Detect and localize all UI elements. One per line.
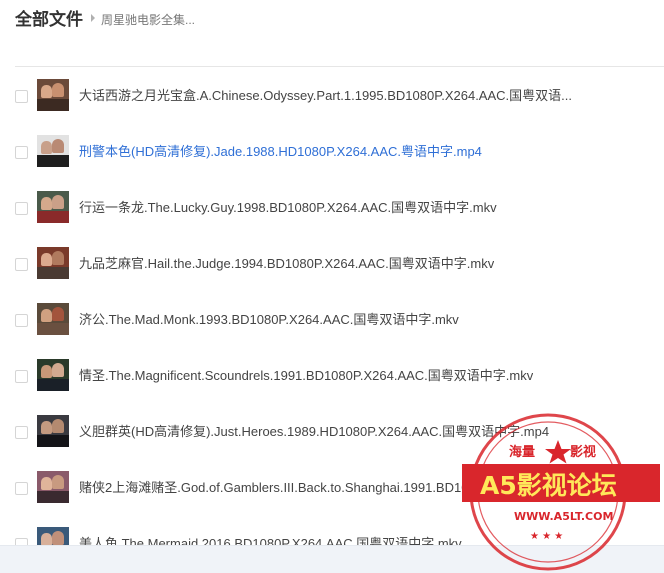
watermark-top-left: 海量 xyxy=(509,444,535,460)
file-name-link[interactable]: 情圣.The.Magnificent.Scoundrels.1991.BD108… xyxy=(79,367,533,384)
row-checkbox[interactable] xyxy=(15,90,28,103)
video-thumbnail[interactable] xyxy=(37,303,69,335)
file-name-link[interactable]: 刑警本色(HD高清修复).Jade.1988.HD1080P.X264.AAC.… xyxy=(79,143,482,160)
watermark-top-right: 影视 xyxy=(570,444,596,460)
video-thumbnail[interactable] xyxy=(37,359,69,391)
video-thumbnail[interactable] xyxy=(37,415,69,447)
video-thumbnail[interactable] xyxy=(37,79,69,111)
file-row[interactable]: 情圣.The.Magnificent.Scoundrels.1991.BD108… xyxy=(0,347,664,403)
video-thumbnail[interactable] xyxy=(37,471,69,503)
file-name-link[interactable]: 济公.The.Mad.Monk.1993.BD1080P.X264.AAC.国粤… xyxy=(79,311,459,328)
row-checkbox[interactable] xyxy=(15,370,28,383)
watermark-stamp: 海量 影视 A5影视论坛 WWW.A5LT.COM ★ ★ ★ xyxy=(462,413,660,571)
file-row[interactable]: 大话西游之月光宝盒.A.Chinese.Odyssey.Part.1.1995.… xyxy=(0,67,664,123)
file-row[interactable]: 刑警本色(HD高清修复).Jade.1988.HD1080P.X264.AAC.… xyxy=(0,123,664,179)
row-checkbox[interactable] xyxy=(15,482,28,495)
breadcrumb-folder[interactable]: 周星驰电影全集... xyxy=(101,12,195,28)
row-checkbox[interactable] xyxy=(15,426,28,439)
page-header: 全部文件 周星驰电影全集... xyxy=(0,0,664,40)
row-checkbox[interactable] xyxy=(15,146,28,159)
file-row[interactable]: 行运一条龙.The.Lucky.Guy.1998.BD1080P.X264.AA… xyxy=(0,179,664,235)
watermark-url: WWW.A5LT.COM xyxy=(514,510,613,523)
row-checkbox[interactable] xyxy=(15,314,28,327)
file-name-link[interactable]: 行运一条龙.The.Lucky.Guy.1998.BD1080P.X264.AA… xyxy=(79,199,497,216)
row-checkbox[interactable] xyxy=(15,258,28,271)
video-thumbnail[interactable] xyxy=(37,247,69,279)
file-name-link[interactable]: 大话西游之月光宝盒.A.Chinese.Odyssey.Part.1.1995.… xyxy=(79,87,572,104)
star-icon xyxy=(545,440,571,464)
file-name-link[interactable]: 九品芝麻官.Hail.the.Judge.1994.BD1080P.X264.A… xyxy=(79,255,494,272)
video-thumbnail[interactable] xyxy=(37,191,69,223)
watermark-main: A5影视论坛 xyxy=(480,471,617,500)
file-row[interactable]: 济公.The.Mad.Monk.1993.BD1080P.X264.AAC.国粤… xyxy=(0,291,664,347)
video-thumbnail[interactable] xyxy=(37,135,69,167)
breadcrumb-arrow-icon xyxy=(91,14,95,22)
watermark-stars: ★ ★ ★ xyxy=(530,531,563,542)
file-row[interactable]: 九品芝麻官.Hail.the.Judge.1994.BD1080P.X264.A… xyxy=(0,235,664,291)
row-checkbox[interactable] xyxy=(15,202,28,215)
page-title: 全部文件 xyxy=(15,10,83,29)
